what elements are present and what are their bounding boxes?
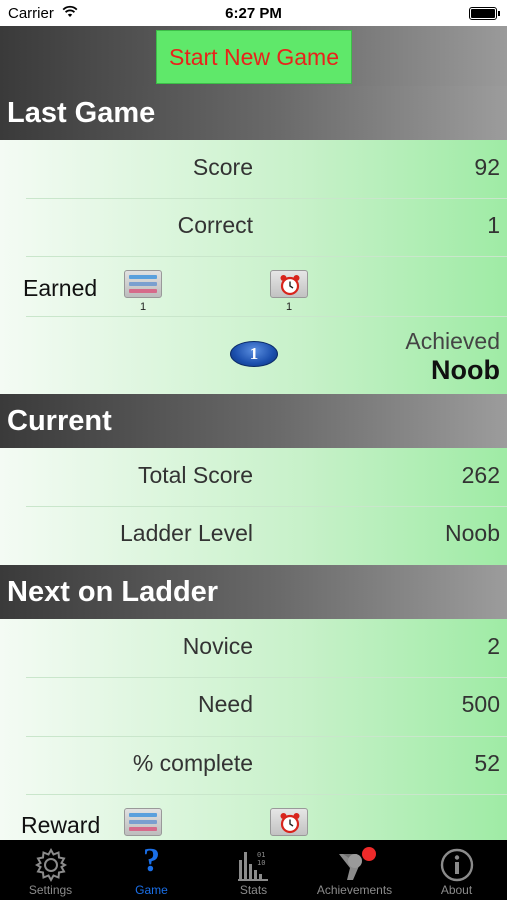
score-value: 92: [474, 154, 500, 180]
alarm-clock-icon: [270, 808, 308, 836]
ladder-level-value: Noob: [445, 520, 500, 546]
need-row: Need 500: [0, 677, 507, 735]
section-header-current: Current: [0, 394, 507, 448]
medal-icon: [338, 847, 376, 880]
section-header-next-on-ladder: Next on Ladder: [0, 565, 507, 619]
tab-achievements-label: Achievements: [316, 883, 393, 897]
percent-complete-value: 52: [474, 750, 500, 776]
tab-game-label: Game: [135, 883, 168, 897]
stats-icon: 01 10: [237, 851, 268, 881]
earned-label: Earned: [23, 275, 98, 301]
novice-value: 2: [487, 633, 500, 659]
level-badge: 1: [230, 341, 278, 367]
tab-about-label: About: [440, 883, 473, 897]
correct-row: Correct 1: [0, 198, 507, 256]
notification-dot: [361, 847, 376, 861]
tab-bar: Settings ? Game 01 10 Stats Achievements…: [0, 840, 507, 900]
divider: [26, 794, 507, 795]
correct-value: 1: [487, 212, 500, 238]
total-score-value: 262: [461, 462, 500, 488]
need-value: 500: [461, 691, 500, 717]
tab-stats[interactable]: 01 10 Stats: [203, 840, 304, 900]
need-label: Need: [198, 691, 253, 717]
correct-label: Correct: [177, 212, 253, 238]
ladder-level-label: Ladder Level: [120, 520, 253, 546]
divider: [26, 316, 507, 317]
score-label: Score: [192, 154, 253, 180]
percent-complete-row: % complete 52: [0, 736, 507, 794]
question-icon: ?: [143, 842, 160, 879]
novice-label: Novice: [182, 633, 253, 659]
start-new-game-button[interactable]: Start New Game: [156, 30, 352, 84]
ladder-level-row: Ladder Level Noob: [0, 506, 507, 564]
svg-text:01: 01: [257, 851, 265, 859]
choice-icon: [124, 808, 162, 836]
reward-label: Reward: [21, 812, 101, 838]
choice-icon: [124, 270, 162, 298]
clock: 6:27 PM: [225, 5, 282, 22]
alarm-clock-icon: [270, 270, 308, 298]
divider: [26, 256, 507, 257]
status-bar: Carrier 6:27 PM: [0, 0, 507, 26]
total-score-label: Total Score: [137, 462, 253, 488]
novice-row: Novice 2: [0, 619, 507, 677]
section-header-last-game: Last Game: [0, 86, 507, 140]
battery-icon: [469, 7, 500, 20]
tab-stats-label: Stats: [239, 883, 268, 897]
total-score-row: Total Score 262: [0, 448, 507, 506]
info-icon: [440, 848, 473, 882]
earned-alarm-count: 1: [285, 301, 293, 313]
achieved-label: Achieved: [405, 328, 500, 354]
svg-text:10: 10: [257, 859, 265, 867]
tab-game[interactable]: ? Game: [101, 840, 202, 900]
tab-achievements[interactable]: Achievements: [304, 840, 405, 900]
tab-settings[interactable]: Settings: [0, 840, 101, 900]
tab-about[interactable]: About: [406, 840, 507, 900]
earned-choice-count: 1: [139, 301, 147, 313]
percent-complete-label: % complete: [132, 750, 253, 776]
tab-settings-label: Settings: [28, 883, 73, 897]
score-row: Score 92: [0, 140, 507, 198]
achieved-value: Noob: [431, 355, 500, 385]
gear-icon: [34, 847, 67, 883]
